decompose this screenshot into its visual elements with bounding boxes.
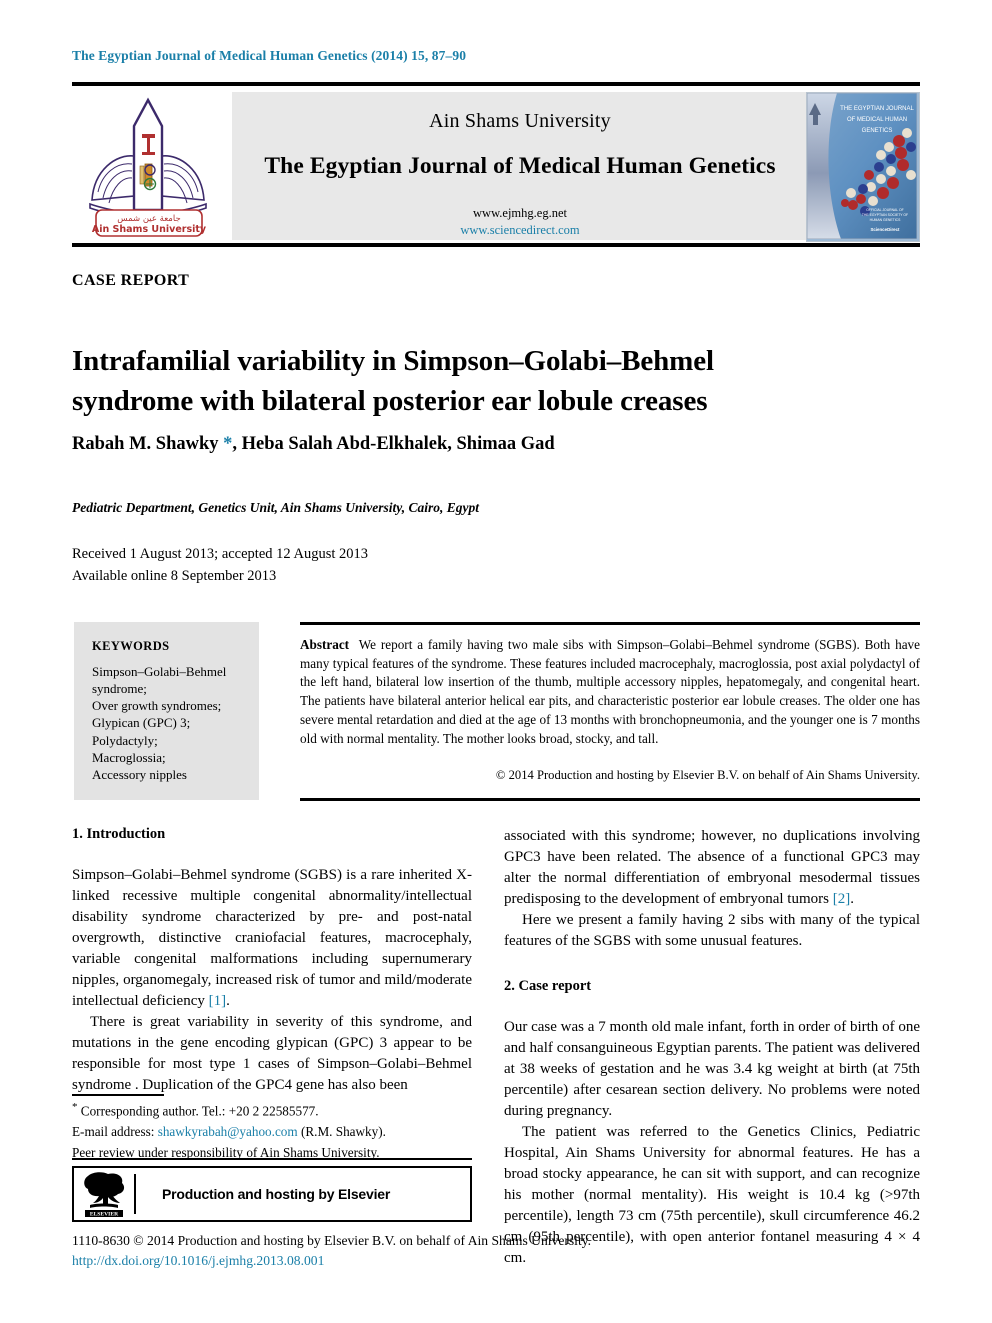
masthead-bottom-rule bbox=[72, 243, 920, 247]
page-title: Intrafamilial variability in Simpson–Gol… bbox=[72, 345, 714, 418]
abstract-top-rule bbox=[300, 622, 920, 625]
footer-copyright-block: 1110-8630 © 2014 Production and hosting … bbox=[72, 1231, 692, 1272]
list-item: Macroglossia; bbox=[92, 749, 166, 765]
svg-text:Ain Shams University: Ain Shams University bbox=[92, 224, 207, 235]
svg-text:ELSEVIER: ELSEVIER bbox=[90, 1212, 119, 1218]
running-head: The Egyptian Journal of Medical Human Ge… bbox=[72, 48, 467, 63]
svg-text:THE EGYPTIAN SOCIETY OF: THE EGYPTIAN SOCIETY OF bbox=[862, 213, 908, 217]
svg-text:THE EGYPTIAN JOURNAL: THE EGYPTIAN JOURNAL bbox=[840, 106, 914, 112]
keywords-list: Simpson–Golabi–Behmel syndrome; Over gro… bbox=[92, 663, 243, 783]
intro-p3-text: associated with this syndrome; however, … bbox=[504, 828, 920, 907]
elsevier-tree-logo: ELSEVIER bbox=[74, 1168, 134, 1220]
article-page: The Egyptian Journal of Medical Human Ge… bbox=[0, 0, 992, 1323]
svg-text:HUMAN GENETICS: HUMAN GENETICS bbox=[870, 218, 901, 222]
intro-p1-text: Simpson–Golabi–Behmel syndrome (SGBS) is… bbox=[72, 867, 472, 1009]
citation-ref-1[interactable]: [1] bbox=[209, 993, 227, 1009]
masthead-university-name: Ain Shams University bbox=[429, 110, 611, 132]
svg-text:ScienceDirect: ScienceDirect bbox=[870, 227, 900, 232]
svg-text:OF MEDICAL HUMAN: OF MEDICAL HUMAN bbox=[847, 117, 907, 123]
intro-paragraph-4: Here we present a family having 2 sibs w… bbox=[504, 912, 920, 949]
footnote-block: * Corresponding author. Tel.: +20 2 2258… bbox=[72, 1099, 472, 1164]
available-online-date: Available online 8 September 2013 bbox=[72, 568, 277, 585]
masthead-top-rule bbox=[72, 82, 920, 86]
abstract-text: Abstract We report a family having two m… bbox=[300, 636, 920, 748]
keywords-heading: KEYWORDS bbox=[92, 639, 170, 653]
author-list: Rabah M. Shawky *, Heba Salah Abd-Elkhal… bbox=[72, 434, 872, 455]
email-link[interactable]: shawkyrabah@yahoo.com bbox=[158, 1124, 298, 1139]
issn-copyright-line: 1110-8630 © 2014 Production and hosting … bbox=[72, 1233, 592, 1248]
author-names-before-star: Rabah M. Shawky bbox=[72, 434, 224, 454]
keywords-box: KEYWORDS Simpson–Golabi–Behmel syndrome;… bbox=[74, 622, 259, 800]
email-label: E-mail address: bbox=[72, 1124, 158, 1140]
ain-shams-university-logo: جامعة عين شمس Ain Shams University bbox=[72, 92, 224, 240]
masthead-center-panel: Ain Shams University The Egyptian Journa… bbox=[232, 92, 808, 240]
section-heading-case-report: 2. Case report bbox=[504, 978, 592, 994]
email-owner: (R.M. Shawky). bbox=[297, 1124, 386, 1140]
footnote-bottom-rule bbox=[72, 1158, 472, 1160]
svg-text:جامعة عين شمس: جامعة عين شمس bbox=[117, 214, 180, 224]
doi-link[interactable]: http://dx.doi.org/10.1016/j.ejmhg.2013.0… bbox=[72, 1251, 692, 1271]
intro-paragraph-2: There is great variability in severity o… bbox=[72, 1014, 472, 1093]
section-heading-introduction: 1. Introduction bbox=[72, 826, 166, 842]
abstract-copyright: © 2014 Production and hosting by Elsevie… bbox=[495, 768, 920, 782]
received-accepted-date: Received 1 August 2013; accepted 12 Augu… bbox=[72, 546, 368, 562]
abstract-label: Abstract bbox=[300, 637, 350, 652]
abstract-body: We report a family having two male sibs … bbox=[300, 637, 920, 746]
masthead-journal-title: The Egyptian Journal of Medical Human Ge… bbox=[264, 153, 776, 179]
body-column-right: associated with this syndrome; however, … bbox=[504, 826, 920, 1269]
list-item: Over growth syndromes; bbox=[92, 698, 222, 714]
article-dates: Received 1 August 2013; accepted 12 Augu… bbox=[72, 543, 368, 587]
case-paragraph-1: Our case was a 7 month old male infant, … bbox=[504, 1019, 920, 1119]
peer-review-note: Peer review under responsibility of Ain … bbox=[72, 1145, 380, 1161]
email-note: E-mail address: shawkyrabah@yahoo.com (R… bbox=[72, 1122, 472, 1143]
citation-ref-2[interactable]: [2] bbox=[833, 891, 851, 907]
journal-cover-thumbnail: THE EGYPTIAN JOURNAL OF MEDICAL HUMAN GE… bbox=[806, 92, 920, 242]
body-column-left: 1. Introduction Simpson–Golabi–Behmel sy… bbox=[72, 826, 472, 1096]
list-item: Polydactyly; bbox=[92, 732, 158, 748]
elsevier-production-text: Production and hosting by Elsevier bbox=[162, 1186, 391, 1202]
journal-masthead: جامعة عين شمس Ain Shams University Ain S… bbox=[72, 90, 920, 242]
list-item: Glypican (GPC) 3; bbox=[92, 715, 191, 731]
journal-cover-image: THE EGYPTIAN JOURNAL OF MEDICAL HUMAN GE… bbox=[807, 93, 917, 239]
corresponding-author-note: * Corresponding author. Tel.: +20 2 2258… bbox=[72, 1099, 472, 1122]
intro-paragraph-1: Simpson–Golabi–Behmel syndrome (SGBS) is… bbox=[72, 865, 472, 1012]
article-type-label: CASE REPORT bbox=[72, 272, 190, 289]
journal-website-url[interactable]: www.ejmhg.eg.net bbox=[232, 206, 808, 221]
list-item: Accessory nipples bbox=[92, 766, 187, 782]
elsevier-tree-icon: ELSEVIER bbox=[84, 1172, 125, 1218]
corresponding-author-text: Corresponding author. Tel.: +20 2 225855… bbox=[77, 1103, 319, 1119]
author-names-after-star: , Heba Salah Abd-Elkhalek, Shimaa Gad bbox=[232, 434, 555, 454]
corresponding-author-marker[interactable]: * bbox=[223, 434, 232, 454]
abstract-bottom-rule bbox=[300, 798, 920, 801]
list-item: Simpson–Golabi–Behmel syndrome; bbox=[92, 664, 227, 697]
author-affiliation: Pediatric Department, Genetics Unit, Ain… bbox=[72, 500, 480, 515]
svg-text:GENETICS: GENETICS bbox=[862, 128, 893, 134]
intro-paragraph-3: associated with this syndrome; however, … bbox=[504, 826, 920, 910]
elsevier-production-box: ELSEVIER Production and hosting by Elsev… bbox=[72, 1166, 472, 1222]
intro-p3-tail: . bbox=[850, 891, 854, 907]
university-crest-icon: جامعة عين شمس Ain Shams University bbox=[89, 97, 207, 237]
intro-p1-tail: . bbox=[226, 993, 230, 1009]
footnote-separator-rule bbox=[72, 1094, 164, 1096]
sciencedirect-url[interactable]: www.sciencedirect.com bbox=[232, 223, 808, 238]
svg-text:OFFICIAL JOURNAL OF: OFFICIAL JOURNAL OF bbox=[866, 208, 903, 212]
